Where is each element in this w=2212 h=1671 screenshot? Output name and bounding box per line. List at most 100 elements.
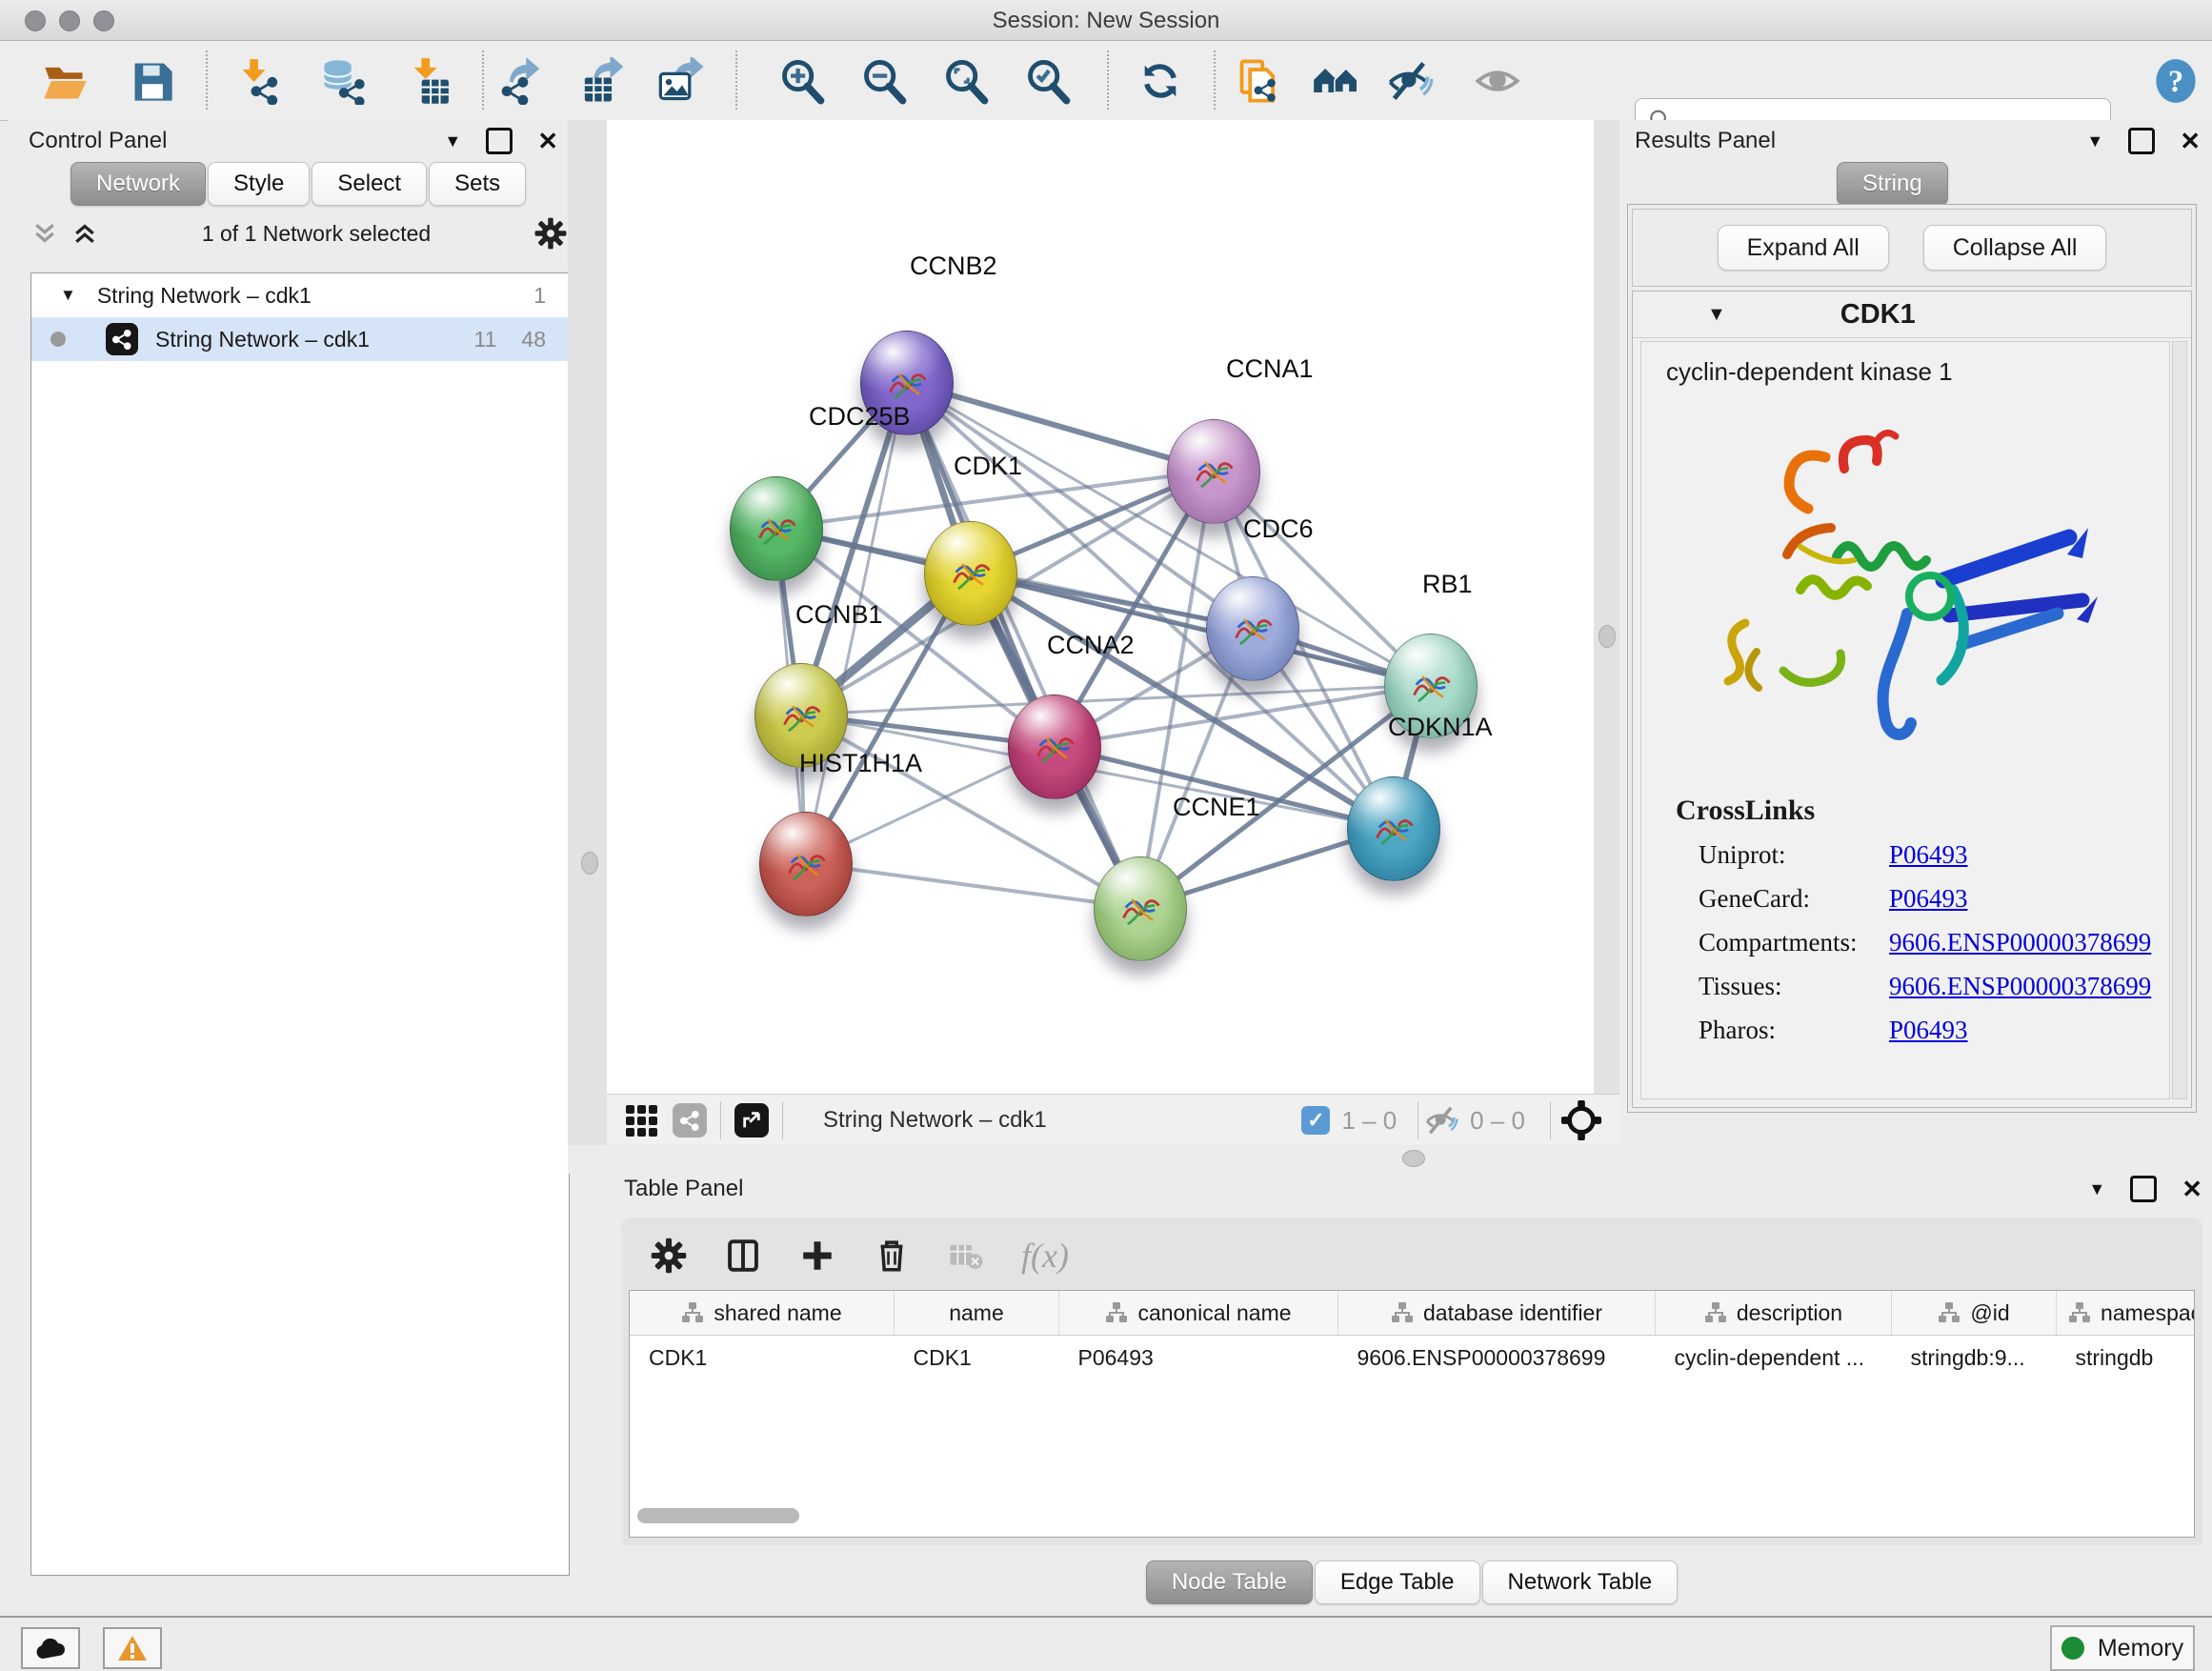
node-CCNA1[interactable] (1167, 419, 1260, 524)
collapse-all-button[interactable]: Collapse All (1923, 225, 2107, 271)
tab-style[interactable]: Style (208, 162, 310, 206)
refresh-layout-button[interactable] (1136, 56, 1185, 106)
crosslink-value-link[interactable]: 9606.ENSP00000378699 (1889, 928, 2151, 957)
right-splitter-handle[interactable] (1599, 625, 1616, 648)
network-collection-row[interactable]: ▼ String Network – cdk1 1 (31, 273, 569, 317)
export-network-button[interactable] (495, 56, 545, 106)
import-table-button[interactable] (404, 56, 453, 106)
save-session-button[interactable] (128, 56, 177, 106)
warnings-button[interactable] (103, 1627, 162, 1669)
import-network-file-button[interactable] (234, 56, 284, 106)
cloud-status-button[interactable] (21, 1627, 80, 1669)
table-cell[interactable]: stringdb:9... (1892, 1336, 2057, 1380)
first-neighbors-button[interactable] (1311, 56, 1360, 106)
left-splitter[interactable] (568, 120, 607, 1145)
panel-float-icon[interactable] (2130, 1176, 2157, 1202)
node-table[interactable]: shared namename canonical name database id… (629, 1290, 2195, 1538)
column-header-namespace[interactable]: namespace (2057, 1291, 2196, 1336)
column-header-shared-name[interactable]: shared name (630, 1291, 895, 1336)
table-cell[interactable]: 9606.ENSP00000378699 (1338, 1336, 1656, 1380)
results-scrollbar[interactable] (2172, 341, 2187, 1099)
node-CCNE1[interactable] (1094, 856, 1187, 961)
expand-all-chevron-icon[interactable] (70, 219, 99, 248)
zoom-in-button[interactable] (777, 56, 827, 106)
tab-string[interactable]: String (1837, 162, 1948, 206)
import-network-database-button[interactable] (318, 56, 368, 106)
crosslink-value-link[interactable]: 9606.ENSP00000378699 (1889, 972, 2151, 1001)
panel-close-icon[interactable]: ✕ (2182, 1178, 2202, 1199)
horizontal-splitter[interactable] (568, 1145, 2212, 1174)
panel-float-icon[interactable] (2128, 128, 2155, 154)
panel-menu-icon[interactable]: ▼ (2088, 1179, 2105, 1199)
current-network-title: String Network – cdk1 (823, 1107, 1047, 1134)
panel-float-icon[interactable] (486, 128, 513, 154)
table-cell[interactable]: CDK1 (895, 1336, 1059, 1380)
zoom-out-button[interactable] (859, 56, 909, 106)
tab-network-table[interactable]: Network Table (1482, 1560, 1679, 1604)
table-cell[interactable]: stringdb (2057, 1336, 2196, 1380)
section-collapse-icon[interactable]: ▼ (1707, 304, 1726, 326)
left-splitter-handle[interactable] (581, 852, 598, 875)
database-icon (319, 57, 367, 105)
hide-selected-button[interactable] (1385, 56, 1435, 106)
column-header-database-identifier[interactable]: database identifier (1338, 1291, 1656, 1336)
export-table-button[interactable] (577, 56, 627, 106)
network-view-canvas[interactable]: CCNB2CCNA1CDC25BCDK1CDC6RB1CCNB1CCNA2CDK… (607, 120, 1594, 1094)
expand-all-button[interactable]: Expand All (1718, 225, 1889, 271)
add-column-icon[interactable] (798, 1237, 836, 1275)
zoom-selected-button[interactable] (1023, 56, 1073, 106)
network-options-gear-icon[interactable] (533, 216, 568, 251)
birdseye-crosshair-icon[interactable] (1560, 1099, 1602, 1141)
tab-sets[interactable]: Sets (429, 162, 526, 206)
memory-button[interactable]: Memory (2050, 1625, 2195, 1671)
table-settings-gear-icon[interactable] (650, 1237, 688, 1275)
tab-network[interactable]: Network (70, 162, 206, 206)
table-cell[interactable]: cyclin-dependent ... (1656, 1336, 1892, 1380)
detach-view-button[interactable] (734, 1103, 769, 1137)
panel-close-icon[interactable]: ✕ (537, 131, 558, 151)
table-panel-title: Table Panel (624, 1176, 743, 1202)
node-CDKN1A[interactable] (1347, 776, 1440, 881)
tab-select[interactable]: Select (312, 162, 427, 206)
column-label: canonical name (1137, 1300, 1291, 1326)
horizontal-splitter-handle[interactable] (1402, 1150, 1425, 1167)
clone-network-button[interactable] (1235, 56, 1284, 106)
tab-edge-table[interactable]: Edge Table (1315, 1560, 1480, 1604)
crosslink-value-link[interactable]: P06493 (1889, 1016, 1968, 1045)
control-panel: Control Panel ▼ ✕ NetworkStyleSelectSets… (8, 120, 568, 1616)
network-edge-count: 48 (521, 327, 546, 352)
help-button[interactable]: ? (2151, 56, 2201, 106)
node-CCNA2[interactable] (1008, 695, 1101, 799)
network-row-selected[interactable]: String Network – cdk1 11 48 (31, 317, 569, 361)
crosslink-value-link[interactable]: P06493 (1889, 884, 1968, 914)
open-session-button[interactable] (40, 56, 90, 106)
fit-content-button[interactable] (941, 56, 991, 106)
node-HIST1H1A[interactable] (759, 812, 853, 916)
table-horizontal-scrollbar[interactable] (637, 1508, 799, 1523)
node-CDK1[interactable] (924, 521, 1017, 626)
crosslink-value-link[interactable]: P06493 (1889, 840, 1968, 870)
collapse-all-chevron-icon[interactable] (30, 219, 59, 248)
control-panel-title: Control Panel (29, 128, 167, 154)
column-header-description[interactable]: description (1656, 1291, 1892, 1336)
column-header-canonical-name[interactable]: canonical name (1059, 1291, 1338, 1336)
table-cell[interactable]: P06493 (1059, 1336, 1338, 1380)
export-image-button[interactable] (655, 56, 705, 106)
birdseye-grid-icon[interactable] (626, 1105, 657, 1137)
selected-checkbox-icon[interactable]: ✓ (1301, 1106, 1330, 1135)
protein-section-header[interactable]: ▼ CDK1 (1633, 292, 2191, 338)
node-CDC25B[interactable] (730, 476, 823, 581)
edge-HIST1H1A-CCNE1[interactable] (805, 863, 1139, 908)
column-header-@id[interactable]: @id (1892, 1291, 2057, 1336)
panel-close-icon[interactable]: ✕ (2180, 131, 2201, 151)
column-header-name[interactable]: name (895, 1291, 1059, 1336)
panel-menu-icon[interactable]: ▼ (2086, 131, 2103, 151)
node-CDC6[interactable] (1206, 576, 1299, 681)
delete-column-icon[interactable] (873, 1237, 911, 1275)
table-cell[interactable]: CDK1 (630, 1336, 895, 1380)
table-row[interactable]: CDK1CDK1P064939606.ENSP00000378699cyclin… (630, 1336, 2195, 1380)
panel-menu-icon[interactable]: ▼ (444, 131, 461, 151)
collection-expand-icon[interactable]: ▼ (60, 286, 76, 305)
tab-node-table[interactable]: Node Table (1146, 1560, 1313, 1604)
show-columns-icon[interactable] (724, 1237, 762, 1275)
